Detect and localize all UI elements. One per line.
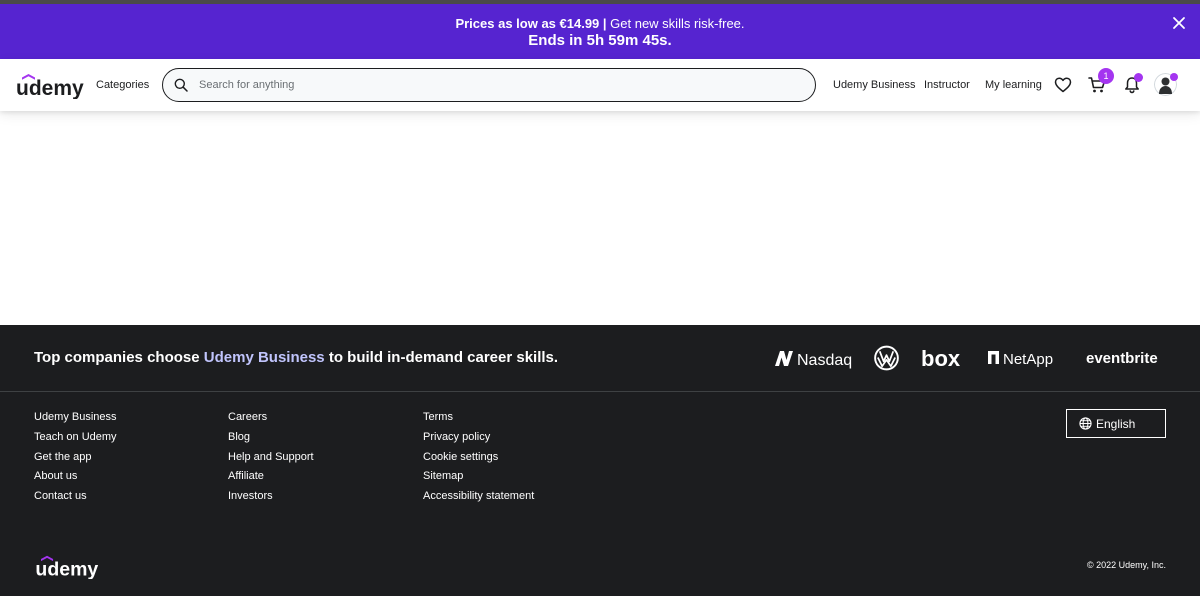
footer-logo-wordmark: udemy xyxy=(35,558,98,579)
logo-wordmark: udemy xyxy=(16,77,84,99)
footer-link-investors[interactable]: Investors xyxy=(228,490,314,503)
search-input[interactable] xyxy=(199,76,799,94)
my-learning-link[interactable]: My learning xyxy=(985,79,1042,92)
footer-link-contact-us[interactable]: Contact us xyxy=(34,490,117,503)
nasdaq-logo-text: Nasdaq xyxy=(797,352,852,369)
footer-column-2: Careers Blog Help and Support Affiliate … xyxy=(228,411,314,510)
box-logo: box xyxy=(921,346,961,371)
footer-link-teach-on-udemy[interactable]: Teach on Udemy xyxy=(34,431,117,444)
promo-banner: Prices as low as €14.99 | Get new skills… xyxy=(0,4,1200,59)
netapp-logo: NetApp xyxy=(988,351,1053,368)
tagline-end: to build in-demand career skills. xyxy=(328,349,559,366)
globe-icon xyxy=(1079,417,1092,430)
udemy-business-link[interactable]: Udemy Business xyxy=(833,79,916,92)
footer-link-blog[interactable]: Blog xyxy=(228,431,314,444)
eventbrite-logo: eventbrite xyxy=(1086,350,1158,367)
footer-column-1: Udemy Business Teach on Udemy Get the ap… xyxy=(34,411,117,510)
search-bar[interactable] xyxy=(162,68,816,102)
companies-tagline: Top companies choose Udemy Business to b… xyxy=(34,349,558,367)
language-label: English xyxy=(1096,416,1136,431)
promo-text: Prices as low as €14.99 | Get new skills… xyxy=(0,16,1200,32)
footer-link-about-us[interactable]: About us xyxy=(34,470,117,483)
search-icon[interactable] xyxy=(174,78,188,92)
nasdaq-logo: Nasdaq xyxy=(775,351,852,369)
footer-link-terms[interactable]: Terms xyxy=(423,411,534,424)
footer-column-3: Terms Privacy policy Cookie settings Sit… xyxy=(423,411,534,510)
site-header: udemy Categories Udemy Business Instruct… xyxy=(0,59,1200,111)
cart-count-badge: 1 xyxy=(1098,68,1114,84)
promo-countdown: Ends in 5h 59m 45s. xyxy=(528,32,672,49)
avatar-status-dot xyxy=(1170,73,1178,81)
instructor-link[interactable]: Instructor xyxy=(924,79,970,92)
close-icon[interactable] xyxy=(1172,16,1186,30)
site-footer: Top companies choose Udemy Business to b… xyxy=(0,325,1200,596)
box-logo-text: box xyxy=(921,346,961,371)
footer-link-cookie-settings[interactable]: Cookie settings xyxy=(423,451,534,464)
promo-price: Prices as low as €14.99 | xyxy=(455,16,607,31)
tagline-udemy-business-link[interactable]: Udemy Business xyxy=(204,349,325,366)
udemy-logo[interactable]: udemy xyxy=(16,71,84,99)
footer-link-sitemap[interactable]: Sitemap xyxy=(423,470,534,483)
footer-link-affiliate[interactable]: Affiliate xyxy=(228,470,314,483)
categories-menu[interactable]: Categories xyxy=(96,79,149,92)
notification-dot xyxy=(1134,73,1143,82)
top-companies-band: Top companies choose Udemy Business to b… xyxy=(0,325,1200,392)
footer-link-udemy-business[interactable]: Udemy Business xyxy=(34,411,117,424)
footer-link-privacy-policy[interactable]: Privacy policy xyxy=(423,431,534,444)
netapp-logo-text: NetApp xyxy=(1003,351,1053,368)
volkswagen-logo xyxy=(874,345,899,371)
footer-link-accessibility-statement[interactable]: Accessibility statement xyxy=(423,490,534,503)
tagline-start: Top companies choose xyxy=(34,349,200,366)
promo-message: Get new skills risk-free. xyxy=(610,16,745,31)
footer-udemy-logo[interactable]: udemy xyxy=(33,553,101,579)
footer-link-careers[interactable]: Careers xyxy=(228,411,314,424)
language-selector-button[interactable]: English xyxy=(1066,409,1166,438)
footer-link-help-and-support[interactable]: Help and Support xyxy=(228,451,314,464)
copyright-text: © 2022 Udemy, Inc. xyxy=(1086,560,1166,570)
eventbrite-logo-text: eventbrite xyxy=(1086,350,1158,367)
heart-icon[interactable] xyxy=(1054,76,1072,94)
footer-link-get-the-app[interactable]: Get the app xyxy=(34,451,117,464)
